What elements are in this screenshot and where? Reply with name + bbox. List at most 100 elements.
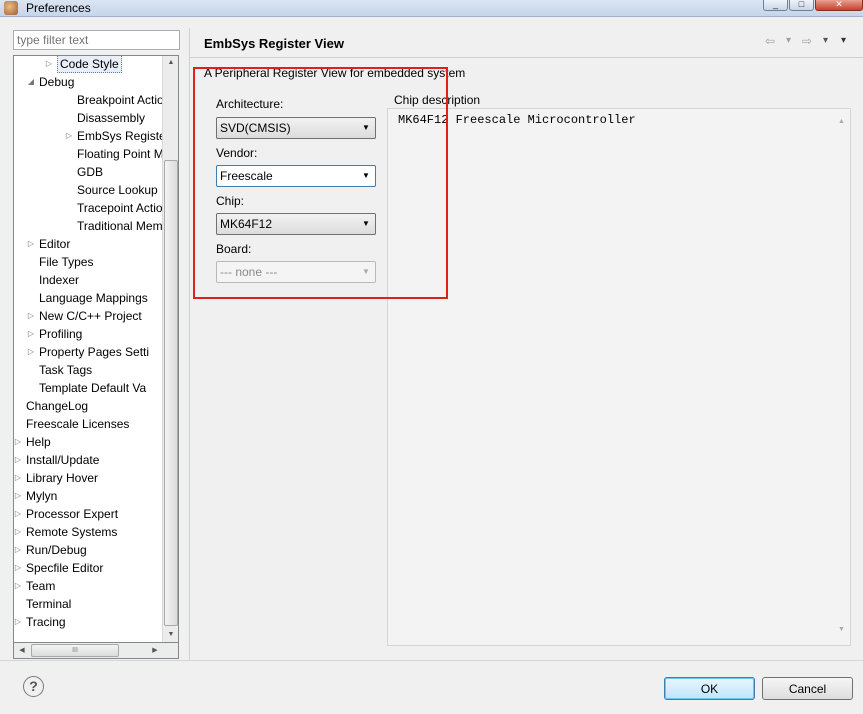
scroll-down-icon[interactable]: ▼ <box>163 628 178 642</box>
tree-item[interactable]: ▷ Help <box>14 433 163 451</box>
chip-description-textarea[interactable]: MK64F12 Freescale Microcontroller ▲ ▼ <box>387 108 851 646</box>
tree-item[interactable]: GDB <box>14 163 163 181</box>
view-menu-icon[interactable]: ▾ <box>841 34 846 48</box>
tree-item[interactable]: ChangeLog <box>14 397 163 415</box>
tree-item[interactable]: ▷ Install/Update <box>14 451 163 469</box>
chip-select[interactable]: MK64F12 ▼ <box>216 213 376 235</box>
tree-expand-icon[interactable]: ▷ <box>26 325 36 343</box>
back-icon[interactable]: ⇦ <box>765 34 775 48</box>
tree-vertical-scrollbar[interactable]: ▲ ▼ <box>162 56 178 642</box>
scroll-up-icon[interactable]: ▲ <box>163 56 178 70</box>
minimize-button[interactable]: _ <box>763 0 788 11</box>
cancel-button[interactable]: Cancel <box>762 677 853 700</box>
tree-item[interactable]: ▷ Editor <box>14 235 163 253</box>
tree-expand-icon[interactable]: ▷ <box>26 307 36 325</box>
tree-item[interactable]: Indexer <box>14 271 163 289</box>
tree-item[interactable]: ▷ Specfile Editor <box>14 559 163 577</box>
tree-item-label: GDB <box>77 165 104 179</box>
tree-expand-icon[interactable]: ▷ <box>44 56 54 73</box>
tree-item[interactable]: ▷ Property Pages Setti <box>14 343 163 361</box>
help-icon[interactable]: ? <box>23 676 44 697</box>
tree-item[interactable]: Freescale Licenses <box>14 415 163 433</box>
tree-item[interactable]: ◢ Debug <box>14 73 163 91</box>
tree-item[interactable]: Breakpoint Actio <box>14 91 164 109</box>
scroll-thumb[interactable] <box>164 160 178 626</box>
tree-item[interactable]: Language Mappings <box>14 289 163 307</box>
tree-item[interactable]: ▷ Run/Debug <box>14 541 163 559</box>
tree-item[interactable]: Tracepoint Actio <box>14 199 163 217</box>
forward-menu-icon[interactable]: ▾ <box>823 34 828 48</box>
tree-item[interactable]: ▷ Library Hover <box>14 469 163 487</box>
tree-item-label: Property Pages Setti <box>39 345 150 359</box>
tree-expand-icon[interactable]: ▷ <box>14 433 23 451</box>
chip-description-scrollbar[interactable]: ▲ ▼ <box>833 109 850 645</box>
tree-expand-icon[interactable]: ▷ <box>14 577 23 595</box>
page-header: EmbSys Register View ⇦ ▾ ⇨ ▾ ▾ <box>190 28 863 58</box>
tree-expand-icon[interactable]: ▷ <box>64 127 74 145</box>
tree-item-label: Processor Expert <box>26 507 119 521</box>
maximize-button[interactable]: □ <box>789 0 814 11</box>
tree-item-label: Mylyn <box>26 489 58 503</box>
tree-item[interactable]: ▷ Processor Expert <box>14 505 163 523</box>
close-button[interactable]: ✕ <box>815 0 863 11</box>
tree-item[interactable]: Task Tags <box>14 361 163 379</box>
tree-item[interactable]: Floating Point M <box>14 145 164 163</box>
scroll-right-icon[interactable]: ▶ <box>148 643 162 658</box>
tree-item[interactable]: ▷ Mylyn <box>14 487 163 505</box>
tree-item-label: EmbSys Register <box>77 129 170 143</box>
tree-item[interactable]: ▷ Code Style <box>14 56 163 73</box>
tree-item[interactable]: Terminal <box>14 595 163 613</box>
tree-item[interactable]: Template Default Va <box>14 379 163 397</box>
tree-item-label: Task Tags <box>39 363 93 377</box>
tree-expand-icon[interactable]: ▷ <box>14 469 23 487</box>
tree-expand-icon[interactable]: ▷ <box>14 541 23 559</box>
chip-description-text: MK64F12 Freescale Microcontroller <box>398 113 636 127</box>
tree-item-label: Disassembly <box>77 111 146 125</box>
tree-item-label: Floating Point M <box>77 147 164 161</box>
tree-item[interactable]: ▷ Remote Systems <box>14 523 163 541</box>
dropdown-arrow-icon: ▼ <box>362 123 370 132</box>
tree-item-label: New C/C++ Project <box>39 309 142 323</box>
scroll-left-icon[interactable]: ◀ <box>15 643 29 658</box>
tree-item[interactable]: ▷ Team <box>14 577 163 595</box>
board-select[interactable]: --- none --- ▼ <box>216 261 376 283</box>
tree-item[interactable]: Source Lookup P <box>14 181 169 199</box>
tree-expand-icon[interactable]: ▷ <box>14 523 23 541</box>
tree-item-label: Breakpoint Actio <box>77 93 164 107</box>
dropdown-arrow-icon: ▼ <box>362 219 370 228</box>
tree-expand-icon[interactable]: ▷ <box>14 613 23 631</box>
tree-expand-icon[interactable]: ▷ <box>14 559 23 577</box>
tree-item[interactable]: File Types <box>14 253 163 271</box>
tree-expand-icon[interactable]: ▷ <box>26 343 36 361</box>
ok-button[interactable]: OK <box>664 677 755 700</box>
vendor-select[interactable]: Freescale ▼ <box>216 165 376 187</box>
scroll-thumb-horizontal[interactable]: III <box>31 644 119 657</box>
tree-item[interactable]: ▷ New C/C++ Project <box>14 307 163 325</box>
forward-icon[interactable]: ⇨ <box>802 34 812 48</box>
tree-item-label: Traditional Mem <box>77 219 163 233</box>
tree-item[interactable]: ▷ Profiling <box>14 325 163 343</box>
back-menu-icon[interactable]: ▾ <box>786 34 791 48</box>
tree-item-label: Tracing <box>26 615 66 629</box>
tree-expand-icon[interactable]: ▷ <box>14 487 23 505</box>
tree-item[interactable]: ▷ Tracing <box>14 613 163 631</box>
tree-expand-icon[interactable]: ▷ <box>14 505 23 523</box>
tree-collapse-icon[interactable]: ◢ <box>26 73 36 91</box>
architecture-select[interactable]: SVD(CMSIS) ▼ <box>216 117 376 139</box>
architecture-value: SVD(CMSIS) <box>220 121 291 135</box>
tree-item-label: File Types <box>39 255 94 269</box>
tree-expand-icon[interactable]: ▷ <box>26 235 36 253</box>
tree-item-label: Source Lookup P <box>77 183 170 197</box>
tree-horizontal-scrollbar[interactable]: ◀ III ▶ <box>13 643 179 659</box>
tree-item[interactable]: Traditional Mem <box>14 217 163 235</box>
dropdown-arrow-icon: ▼ <box>362 267 370 276</box>
tree-item[interactable]: Disassembly <box>14 109 163 127</box>
vendor-label: Vendor: <box>216 146 258 160</box>
tree-item[interactable]: ▷ EmbSys Register <box>14 127 170 145</box>
tree-expand-icon[interactable]: ▷ <box>14 451 23 469</box>
filter-input[interactable] <box>13 30 180 50</box>
scroll-down-icon[interactable]: ▼ <box>833 623 850 637</box>
tree-item-label: Editor <box>39 237 71 251</box>
page-description: A Peripheral Register View for embedded … <box>204 66 466 80</box>
scroll-up-icon[interactable]: ▲ <box>833 115 850 129</box>
